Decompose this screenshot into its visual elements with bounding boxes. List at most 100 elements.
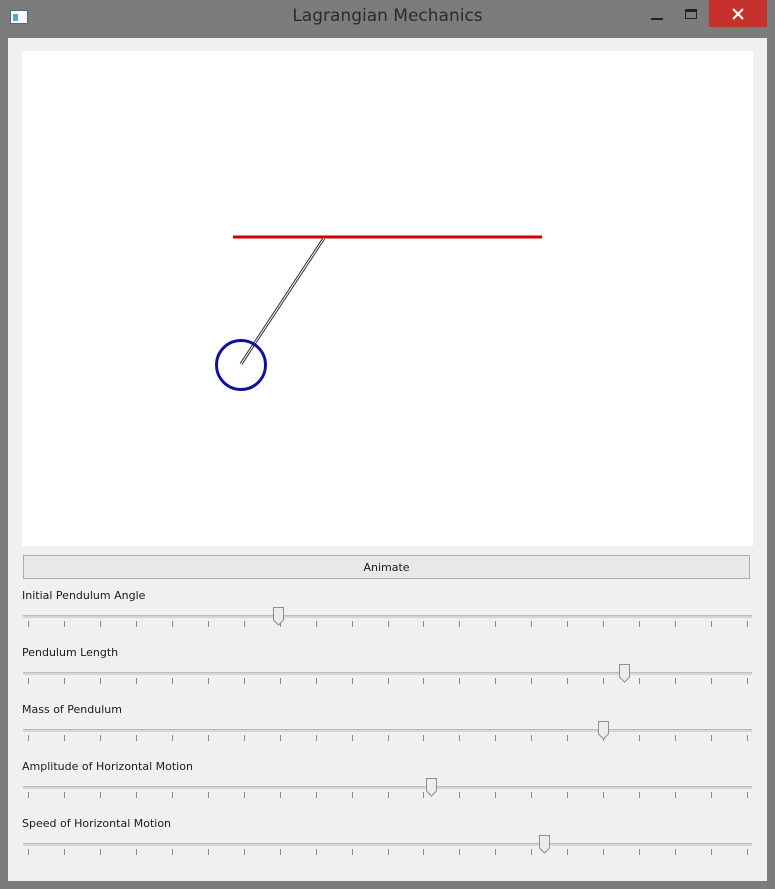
slider-tick xyxy=(351,792,353,798)
slider-tick xyxy=(351,735,353,741)
slider-tick xyxy=(531,735,533,741)
initial-angle-slider-thumb[interactable] xyxy=(273,607,285,626)
slider-tick xyxy=(459,621,461,627)
slider-tick xyxy=(639,849,641,855)
slider-tick xyxy=(747,735,748,741)
slider-tick xyxy=(28,849,29,855)
speed-slider-group: Speed of Horizontal Motion xyxy=(22,817,753,874)
slider-tick xyxy=(675,621,677,627)
slider-tick xyxy=(28,621,29,627)
close-icon xyxy=(732,7,744,20)
slider-tick xyxy=(63,849,65,855)
minimize-button[interactable] xyxy=(640,0,674,27)
slider-tick xyxy=(63,735,65,741)
amplitude-slider-group: Amplitude of Horizontal Motion xyxy=(22,760,753,817)
simulation-canvas[interactable] xyxy=(22,51,753,546)
slider-tick xyxy=(63,678,65,684)
slider-tick xyxy=(567,678,569,684)
slider-tick xyxy=(135,849,137,855)
slider-tick xyxy=(459,849,461,855)
slider-tick xyxy=(423,735,425,741)
slider-tick xyxy=(171,621,173,627)
slider-tick xyxy=(423,678,425,684)
slider-tick xyxy=(459,678,461,684)
slider-tick xyxy=(711,792,713,798)
slider-tick xyxy=(387,849,389,855)
slider-tick xyxy=(243,678,245,684)
animate-button[interactable]: Animate xyxy=(23,555,750,579)
pendulum-length-slider-ticks xyxy=(22,678,753,686)
slider-tick xyxy=(531,849,533,855)
slider-tick xyxy=(171,792,173,798)
amplitude-slider-thumb[interactable] xyxy=(426,778,438,797)
slider-tick xyxy=(28,735,29,741)
slider-tick xyxy=(531,678,533,684)
slider-tick xyxy=(675,792,677,798)
slider-tick xyxy=(207,792,209,798)
pendulum-length-slider-thumb[interactable] xyxy=(619,664,631,683)
amplitude-slider-track[interactable] xyxy=(23,786,752,789)
speed-slider-track[interactable] xyxy=(23,843,752,846)
speed-label: Speed of Horizontal Motion xyxy=(22,817,172,830)
app-window: Lagrangian Mechanics Animate Initial Pen… xyxy=(0,0,775,889)
initial-angle-slider-track[interactable] xyxy=(23,615,752,618)
slider-tick xyxy=(711,735,713,741)
slider-tick xyxy=(279,792,281,798)
slider-tick xyxy=(207,849,209,855)
slider-tick xyxy=(243,735,245,741)
slider-tick xyxy=(315,792,317,798)
slider-tick xyxy=(531,621,533,627)
slider-tick xyxy=(747,621,748,627)
slider-tick xyxy=(351,678,353,684)
slider-tick xyxy=(423,792,425,798)
pendulum-length-slider-track[interactable] xyxy=(23,672,752,675)
initial-angle-slider-group: Initial Pendulum Angle xyxy=(22,589,753,646)
slider-tick xyxy=(28,792,29,798)
slider-tick xyxy=(135,678,137,684)
slider-tick xyxy=(675,678,677,684)
pendulum-mass-slider-group: Mass of Pendulum xyxy=(22,703,753,760)
slider-tick xyxy=(711,621,713,627)
slider-tick xyxy=(99,735,101,741)
slider-tick xyxy=(351,849,353,855)
slider-tick xyxy=(387,621,389,627)
pendulum-mass-slider-ticks xyxy=(22,735,753,743)
minimize-icon xyxy=(651,17,663,20)
slider-tick xyxy=(603,849,605,855)
slider-tick xyxy=(531,792,533,798)
pendulum-length-label: Pendulum Length xyxy=(22,646,119,659)
slider-tick xyxy=(315,678,317,684)
pendulum-length-slider-group: Pendulum Length xyxy=(22,646,753,703)
slider-tick xyxy=(171,678,173,684)
pendulum-mass-slider-thumb[interactable] xyxy=(597,721,609,740)
slider-tick xyxy=(603,621,605,627)
slider-tick xyxy=(315,849,317,855)
slider-tick xyxy=(63,621,65,627)
slider-tick xyxy=(423,621,425,627)
slider-tick xyxy=(603,792,605,798)
slider-tick xyxy=(207,621,209,627)
speed-slider-thumb[interactable] xyxy=(539,835,551,854)
slider-tick xyxy=(459,735,461,741)
simulation-drawing xyxy=(215,235,542,391)
title-bar[interactable]: Lagrangian Mechanics xyxy=(0,0,775,38)
client-area: Animate Initial Pendulum Angle Pendulum L… xyxy=(8,38,767,881)
maximize-button[interactable] xyxy=(674,0,708,27)
slider-tick xyxy=(639,792,641,798)
pendulum-mass-slider-track[interactable] xyxy=(23,729,752,732)
slider-tick xyxy=(171,735,173,741)
slider-tick xyxy=(639,735,641,741)
slider-tick xyxy=(567,621,569,627)
close-button[interactable] xyxy=(709,0,767,27)
slider-tick xyxy=(99,792,101,798)
slider-tick xyxy=(279,735,281,741)
slider-tick xyxy=(207,678,209,684)
initial-angle-label: Initial Pendulum Angle xyxy=(22,589,146,602)
slider-tick xyxy=(135,792,137,798)
amplitude-slider-ticks xyxy=(22,792,753,800)
slider-tick xyxy=(28,678,29,684)
slider-tick xyxy=(495,849,497,855)
initial-angle-slider-ticks xyxy=(22,621,753,629)
speed-slider-ticks xyxy=(22,849,753,857)
slider-tick xyxy=(207,735,209,741)
